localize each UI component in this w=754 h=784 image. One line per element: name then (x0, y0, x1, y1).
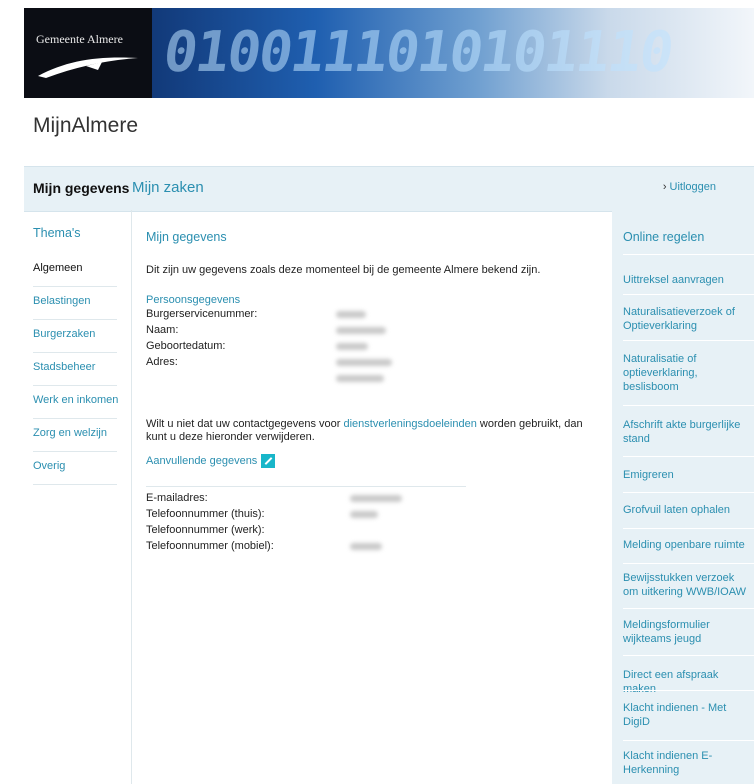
divider (623, 340, 754, 341)
dienstverlening-link[interactable]: dienstverleningsdoeleinden (344, 418, 477, 430)
chevron-right-icon: › (662, 181, 667, 193)
link-klacht-digid[interactable]: Klacht indienen - Met DigiD (623, 701, 751, 729)
redacted-value (350, 542, 382, 550)
redacted-value (336, 342, 368, 350)
contact-notice: Wilt u niet dat uw contactgegevens voor … (146, 418, 583, 443)
divider (623, 405, 754, 406)
link-naturalisatieverzoek[interactable]: Naturalisatieverzoek of Optieverklaring (623, 305, 751, 333)
main-content: Mijn gegevens Dit zijn uw gegevens zoals… (131, 210, 612, 784)
divider (623, 456, 754, 457)
link-afschrift-akte[interactable]: Afschrift akte burgerlijke stand (623, 418, 751, 446)
divider (623, 294, 754, 295)
link-melding-openbare-ruimte[interactable]: Melding openbare ruimte (623, 538, 751, 552)
field-tel-werk: Telefoonnummer (werk): (146, 524, 546, 536)
logout-label: Uitloggen (669, 181, 716, 193)
logout-link[interactable]: › Uitloggen (663, 181, 716, 193)
sidebar-item-overig[interactable]: Overig (33, 452, 117, 485)
extra-section-title: Aanvullende gegevens (146, 454, 276, 468)
field-label: Telefoonnummer (werk): (146, 524, 265, 536)
redacted-value (336, 310, 366, 318)
themes-sidebar: Thema's Algemeen Belastingen Burgerzaken… (33, 226, 118, 485)
link-grofvuil[interactable]: Grofvuil laten ophalen (623, 503, 751, 517)
online-regelen-heading: Online regelen (623, 230, 705, 244)
field-label: Geboortedatum: (146, 340, 226, 352)
link-naturalisatie-beslisboom[interactable]: Naturalisatie of optieverklaring, beslis… (623, 352, 751, 394)
field-label: Telefoonnummer (thuis): (146, 508, 265, 520)
tab-mijn-zaken[interactable]: Mijn zaken (132, 179, 204, 196)
redacted-value (336, 374, 384, 382)
main-heading: Mijn gegevens (146, 230, 227, 244)
field-naam: Naam: (146, 324, 546, 336)
field-label: Burgerservicenummer: (146, 308, 258, 320)
tab-mijn-gegevens[interactable]: Mijn gegevens (33, 180, 129, 196)
link-meldingsformulier-jeugd[interactable]: Meldingsformulier wijkteams jeugd (623, 618, 751, 646)
sidebar-item-belastingen[interactable]: Belastingen (33, 287, 117, 320)
field-adres: Adres: (146, 356, 546, 368)
field-email: E-mailadres: (146, 492, 546, 504)
field-adres-line2 (146, 372, 546, 384)
divider (146, 486, 466, 487)
sidebar-item-stadsbeheer[interactable]: Stadsbeheer (33, 353, 117, 386)
redacted-value (336, 358, 392, 366)
themes-heading: Thema's (33, 226, 81, 240)
divider (623, 254, 754, 255)
sidebar-item-werk-en-inkomen[interactable]: Werk en inkomen (33, 386, 118, 419)
logo-text: Gemeente Almere (36, 32, 123, 46)
link-bewijsstukken[interactable]: Bewijsstukken verzoek om uitkering WWB/I… (623, 571, 751, 599)
divider (623, 690, 754, 691)
sidebar-item-zorg-en-welzijn[interactable]: Zorg en welzijn (33, 419, 117, 452)
field-label: Adres: (146, 356, 178, 368)
logo[interactable]: Gemeente Almere (24, 8, 152, 98)
redacted-value (350, 494, 402, 502)
field-label: E-mailadres: (146, 492, 208, 504)
field-bsn: Burgerservicenummer: (146, 308, 546, 320)
header-banner: 0100111010101110 Gemeente Almere (24, 8, 754, 98)
field-tel-thuis: Telefoonnummer (thuis): (146, 508, 546, 520)
online-regelen-panel: Online regelen Uittreksel aanvragen Natu… (612, 210, 754, 784)
persons-section-title: Persoonsgegevens (146, 294, 241, 306)
intro-text: Dit zijn uw gegevens zoals deze momentee… (146, 264, 541, 276)
edit-icon[interactable] (261, 454, 276, 468)
tab-bar: Mijn gegevens Mijn zaken › Uitloggen (24, 166, 754, 212)
field-geboortedatum: Geboortedatum: (146, 340, 546, 352)
divider (623, 655, 754, 656)
redacted-value (350, 510, 378, 518)
divider (623, 608, 754, 609)
site-title: MijnAlmere (33, 114, 139, 137)
field-tel-mobiel: Telefoonnummer (mobiel): (146, 540, 546, 552)
banner-binary-graphic: 0100111010101110 (159, 20, 677, 85)
link-uittreksel-aanvragen[interactable]: Uittreksel aanvragen (623, 273, 751, 287)
sidebar-item-burgerzaken[interactable]: Burgerzaken (33, 320, 117, 353)
sidebar-item-algemeen[interactable]: Algemeen (33, 254, 117, 287)
divider (623, 740, 754, 741)
field-label: Naam: (146, 324, 179, 336)
logo-swoosh-icon (38, 57, 138, 78)
link-emigreren[interactable]: Emigreren (623, 468, 751, 482)
divider (623, 563, 754, 564)
divider (623, 492, 754, 493)
link-klacht-eherkenning[interactable]: Klacht indienen E-Herkenning (623, 749, 751, 777)
divider (623, 528, 754, 529)
field-label: Telefoonnummer (mobiel): (146, 540, 274, 552)
redacted-value (336, 326, 386, 334)
link-afspraak-maken[interactable]: Direct een afspraak maken (623, 668, 751, 696)
